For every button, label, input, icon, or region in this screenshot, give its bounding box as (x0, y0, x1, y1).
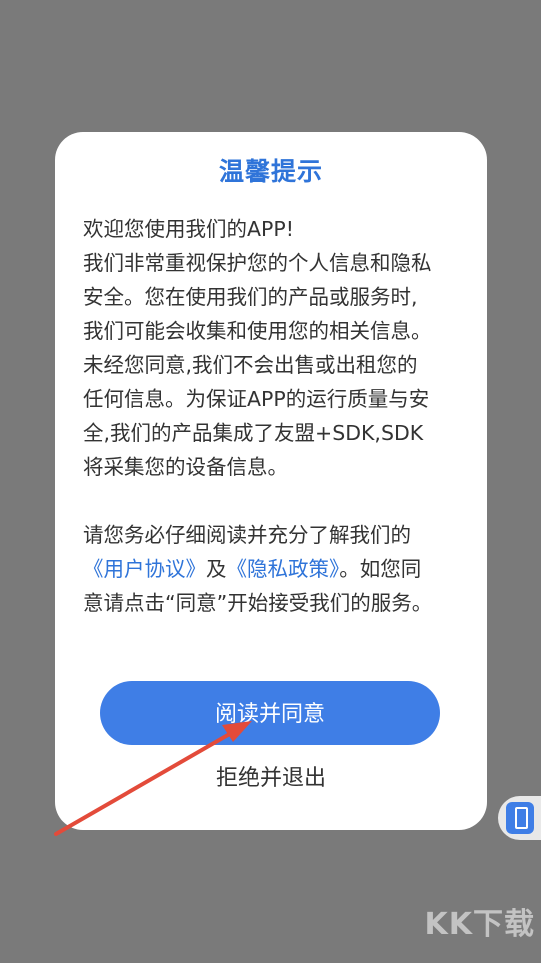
body-line-8: 将采集您的设备信息。 (83, 455, 288, 479)
body-para2-line-1: 请您务必仔细阅读并充分了解我们的 (83, 523, 411, 547)
screen: 温馨提示 欢迎您使用我们的APP! 我们非常重视保护您的个人信息和隐私 安全。您… (0, 0, 541, 963)
privacy-dialog: 温馨提示 欢迎您使用我们的APP! 我们非常重视保护您的个人信息和隐私 安全。您… (55, 132, 487, 830)
body-para2-line-2: 《用户协议》及《隐私政策》。如您同 (83, 552, 463, 586)
watermark: KK下载 (424, 907, 535, 942)
body-line-4: 我们可能会收集和使用您的相关信息。 (83, 319, 432, 343)
body-line-3: 安全。您在使用我们的产品或服务时, (83, 285, 418, 309)
body-para2-line-3: 意请点击“同意”开始接受我们的服务。 (83, 591, 433, 615)
body-line-5: 未经您同意,我们不会出售或出租您的 (83, 353, 418, 377)
privacy-policy-link[interactable]: 《隐私政策》 (227, 557, 340, 581)
floating-assist-button[interactable] (498, 796, 541, 840)
body-line-7: 全,我们的产品集成了友盟+SDK,SDK (83, 421, 424, 445)
and-text: 及 (206, 557, 227, 581)
body-line-6: 任何信息。为保证APP的运行质量与安 (83, 387, 430, 411)
phone-icon (506, 802, 534, 834)
dialog-body: 欢迎您使用我们的APP! 我们非常重视保护您的个人信息和隐私 安全。您在使用我们… (83, 212, 463, 620)
body-line-2: 我们非常重视保护您的个人信息和隐私 (83, 251, 432, 275)
agree-button[interactable]: 阅读并同意 (100, 681, 440, 745)
para2-tail: 。如您同 (339, 557, 422, 581)
exit-button[interactable]: 拒绝并退出 (55, 760, 487, 792)
dialog-title: 温馨提示 (218, 157, 323, 186)
body-line-1: 欢迎您使用我们的APP! (83, 217, 294, 241)
user-agreement-link[interactable]: 《用户协议》 (83, 557, 206, 581)
